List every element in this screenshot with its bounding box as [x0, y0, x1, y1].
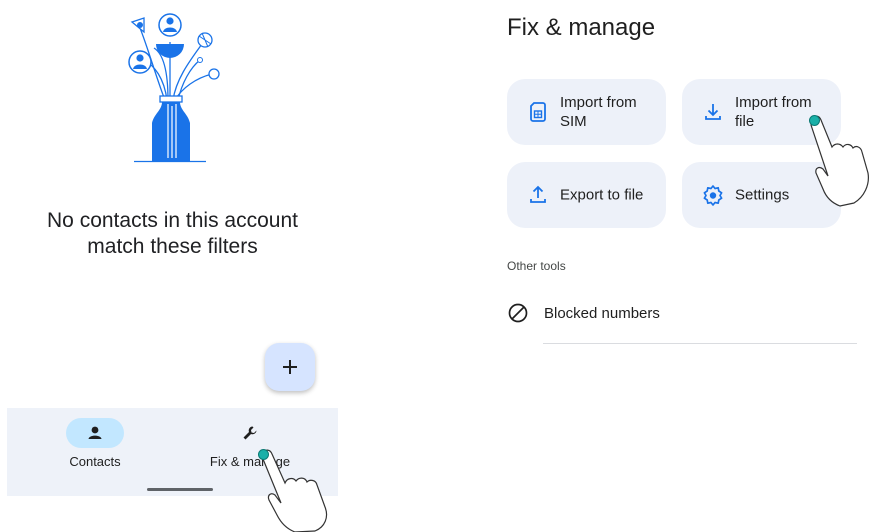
other-tools-heading: Other tools [507, 259, 566, 273]
plus-icon [283, 360, 297, 374]
tap-hand-icon [810, 115, 869, 207]
upload-icon [530, 185, 546, 203]
nav-item-contacts[interactable]: Contacts [35, 418, 155, 478]
tile-label: Import from SIM [560, 94, 637, 130]
empty-state-message: No contacts in this account match these … [0, 208, 345, 260]
gesture-bar [147, 488, 213, 491]
list-divider [543, 343, 857, 344]
empty-vase-illustration [128, 13, 220, 163]
settings-gear-icon [703, 185, 723, 206]
fix-manage-screen: Fix & manage Import from SIM Import from… [490, 0, 870, 532]
contacts-screen: No contacts in this account match these … [0, 0, 345, 532]
nav-active-indicator [66, 418, 124, 448]
tile-label: Export to file [560, 186, 644, 204]
blocked-numbers-label: Blocked numbers [544, 305, 660, 322]
tap-point-indicator [809, 115, 820, 126]
download-icon [705, 104, 721, 120]
tap-point-indicator [258, 449, 269, 460]
export-to-file-button[interactable]: Export to file [507, 162, 666, 228]
sim-card-icon [530, 102, 546, 122]
nav-label-contacts: Contacts [69, 454, 121, 469]
wrench-icon [243, 426, 257, 440]
blocked-numbers-row[interactable]: Blocked numbers [507, 300, 857, 328]
block-icon [508, 303, 528, 323]
empty-message-line-1: No contacts in this account [47, 209, 298, 232]
person-icon [88, 426, 102, 439]
page-title: Fix & manage [507, 14, 656, 41]
empty-message-line-2: match these filters [87, 235, 258, 258]
import-from-sim-button[interactable]: Import from SIM [507, 79, 666, 145]
add-contact-fab[interactable] [265, 343, 315, 391]
